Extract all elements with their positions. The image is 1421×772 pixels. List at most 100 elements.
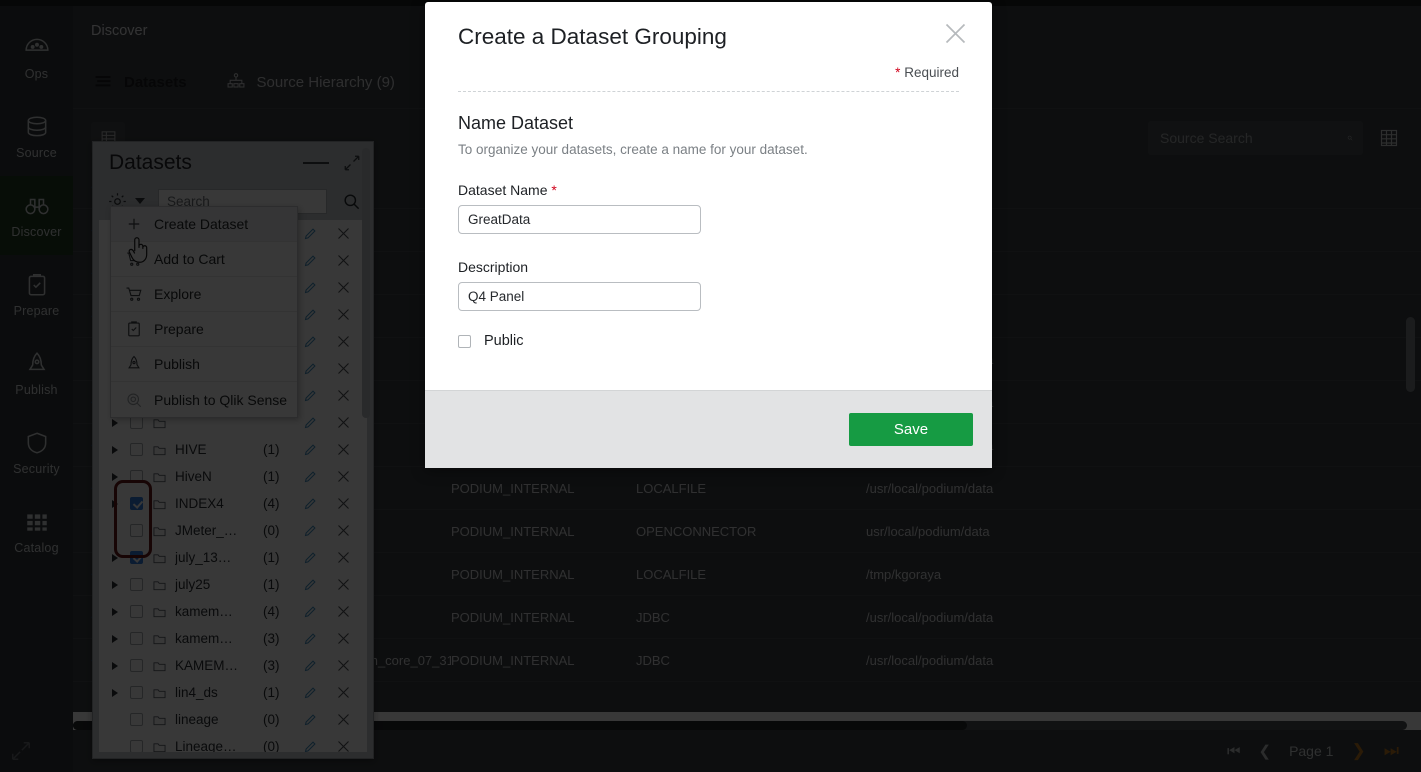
expand-arrow-icon[interactable] — [109, 662, 121, 670]
dataset-name-input[interactable] — [458, 205, 701, 234]
close-x-icon[interactable] — [336, 388, 351, 403]
expand-arrow-icon[interactable] — [109, 581, 121, 589]
dataset-tree-row[interactable]: lin4_ds(1) — [99, 679, 367, 706]
dataset-tree-row[interactable]: JMeter_…(0) — [99, 517, 367, 544]
dataset-checkbox[interactable] — [130, 443, 143, 456]
close-x-icon[interactable] — [336, 631, 351, 646]
sidebar-item-security[interactable]: Security — [0, 413, 73, 492]
pencil-icon[interactable] — [303, 577, 318, 592]
dataset-checkbox[interactable] — [130, 470, 143, 483]
close-x-icon[interactable] — [336, 253, 351, 268]
sidebar-item-discover[interactable]: Discover — [0, 176, 73, 255]
pencil-icon[interactable] — [303, 388, 318, 403]
dataset-tree-row[interactable]: kamem…(4) — [99, 598, 367, 625]
dataset-checkbox[interactable] — [130, 524, 143, 537]
source-search-box[interactable] — [1148, 121, 1363, 155]
close-x-icon[interactable] — [336, 469, 351, 484]
expand-arrow-icon[interactable] — [109, 554, 121, 562]
dataset-tree-row[interactable]: lineage(0) — [99, 706, 367, 733]
maximize-icon[interactable] — [343, 154, 361, 172]
dataset-checkbox[interactable] — [130, 713, 143, 726]
prev-page-icon[interactable]: ❮ — [1258, 742, 1271, 760]
context-menu-item[interactable]: Explore — [111, 277, 297, 312]
pencil-icon[interactable] — [303, 631, 318, 646]
pencil-icon[interactable] — [303, 523, 318, 538]
close-x-icon[interactable] — [336, 334, 351, 349]
sidebar-item-prepare[interactable]: Prepare — [0, 255, 73, 334]
close-x-icon[interactable] — [336, 550, 351, 565]
search-icon[interactable] — [342, 192, 361, 211]
chevron-down-icon[interactable] — [135, 198, 145, 204]
expand-arrow-icon[interactable] — [109, 608, 121, 616]
context-menu-item[interactable]: Publish — [111, 347, 297, 382]
dataset-tree-row[interactable]: KAMEM…(3) — [99, 652, 367, 679]
dataset-checkbox[interactable] — [130, 605, 143, 618]
next-page-icon[interactable]: ❯ — [1351, 741, 1365, 761]
expand-arrow-icon[interactable] — [109, 446, 121, 454]
first-page-icon[interactable]: ⏮ — [1227, 743, 1241, 760]
dataset-checkbox[interactable] — [130, 686, 143, 699]
dataset-tree-row[interactable]: kamem…(3) — [99, 625, 367, 652]
sidebar-item-catalog[interactable]: Catalog — [0, 492, 73, 571]
pencil-icon[interactable] — [303, 361, 318, 376]
dataset-tree-row[interactable]: HiveN(1) — [99, 463, 367, 490]
dataset-tree-row[interactable]: INDEX4(4) — [99, 490, 367, 517]
dataset-checkbox[interactable] — [130, 659, 143, 672]
pencil-icon[interactable] — [303, 334, 318, 349]
pencil-icon[interactable] — [303, 280, 318, 295]
dataset-checkbox[interactable] — [130, 740, 143, 752]
close-x-icon[interactable] — [336, 496, 351, 511]
public-checkbox-row[interactable]: Public — [458, 333, 959, 349]
last-page-icon[interactable]: ⏭ — [1384, 741, 1399, 761]
dataset-tree-row[interactable]: july_13…(1) — [99, 544, 367, 571]
dataset-tree-row[interactable]: Lineage…(0) — [99, 733, 367, 752]
datasets-list-scrollbar[interactable] — [362, 148, 370, 418]
save-button[interactable]: Save — [849, 413, 973, 446]
expand-arrow-icon[interactable] — [109, 419, 121, 427]
close-x-icon[interactable] — [336, 415, 351, 430]
minimize-icon[interactable] — [303, 162, 329, 164]
close-x-icon[interactable] — [336, 577, 351, 592]
dataset-tree-row[interactable]: july25(1) — [99, 571, 367, 598]
close-x-icon[interactable] — [336, 712, 351, 727]
pencil-icon[interactable] — [303, 550, 318, 565]
close-x-icon[interactable] — [336, 685, 351, 700]
close-x-icon[interactable] — [336, 604, 351, 619]
table-vertical-scrollbar[interactable] — [1406, 317, 1415, 392]
expand-arrow-icon[interactable] — [109, 473, 121, 481]
sidebar-item-publish[interactable]: Publish — [0, 334, 73, 413]
pencil-icon[interactable] — [303, 712, 318, 727]
expand-arrow-icon[interactable] — [109, 500, 121, 508]
table-icon[interactable] — [1379, 128, 1399, 148]
pencil-icon[interactable] — [303, 442, 318, 457]
close-x-icon[interactable] — [336, 307, 351, 322]
pencil-icon[interactable] — [303, 307, 318, 322]
pencil-icon[interactable] — [303, 226, 318, 241]
dataset-checkbox[interactable] — [130, 632, 143, 645]
tab-source-hierarchy[interactable]: Source Hierarchy (9) — [206, 56, 414, 108]
close-x-icon[interactable] — [336, 280, 351, 295]
pencil-icon[interactable] — [303, 685, 318, 700]
public-checkbox[interactable] — [458, 335, 471, 348]
close-x-icon[interactable] — [336, 442, 351, 457]
dataset-checkbox[interactable] — [130, 578, 143, 591]
close-x-icon[interactable] — [336, 226, 351, 241]
pencil-icon[interactable] — [303, 604, 318, 619]
pencil-icon[interactable] — [303, 253, 318, 268]
dataset-checkbox[interactable] — [130, 497, 143, 510]
context-menu-item[interactable]: Prepare — [111, 312, 297, 347]
search-icon[interactable] — [1347, 130, 1353, 146]
tab-datasets[interactable]: Datasets — [73, 56, 206, 108]
sidebar-item-source[interactable]: Source — [0, 97, 73, 176]
close-x-icon[interactable] — [336, 361, 351, 376]
expand-arrow-icon[interactable] — [109, 635, 121, 643]
close-icon[interactable] — [942, 20, 969, 47]
close-x-icon[interactable] — [336, 739, 351, 752]
description-input[interactable] — [458, 282, 701, 311]
pencil-icon[interactable] — [303, 739, 318, 752]
source-search-input[interactable] — [1160, 130, 1341, 146]
close-x-icon[interactable] — [336, 523, 351, 538]
expand-arrows-icon[interactable] — [10, 740, 32, 762]
close-x-icon[interactable] — [336, 658, 351, 673]
pencil-icon[interactable] — [303, 496, 318, 511]
